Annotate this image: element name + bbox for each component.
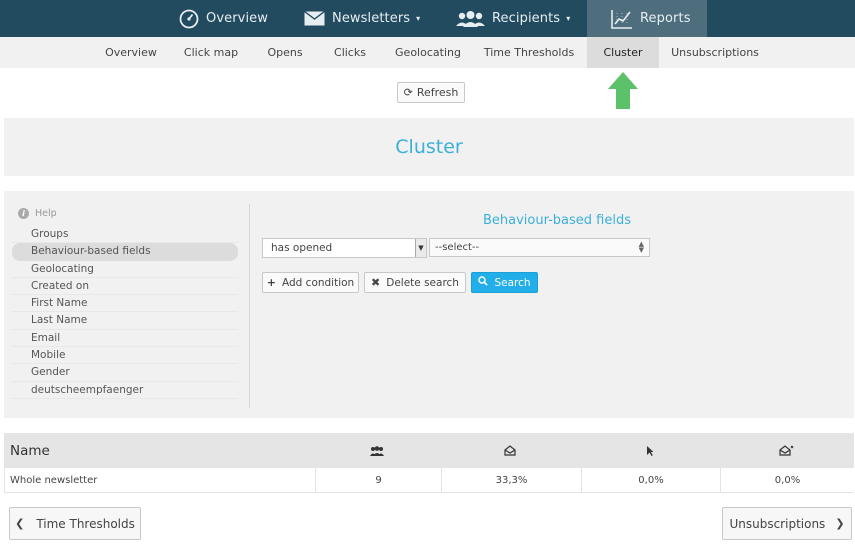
subnav-geolocating[interactable]: Geolocating [389,37,467,68]
refresh-button[interactable]: ⟳ Refresh [397,82,465,103]
cell-name: Whole newsletter [10,474,98,486]
title-panel: Cluster [4,118,854,176]
nav-reports[interactable]: Reports [587,0,707,37]
nav-reports-label: Reports [640,11,691,26]
delete-search-button[interactable]: ✖ Delete search [364,272,466,293]
top-navigation: Overview Newsletters ▾ Recipients ▾ Repo… [0,0,855,37]
search-label: Search [494,276,531,289]
value-select[interactable]: --select-- ▲ ▼ [429,238,650,257]
cell-opens: 33,3% [441,468,581,492]
sort-arrows-icon: ▲ ▼ [638,240,644,254]
chevron-down-icon: ▾ [416,14,421,23]
cell-recipients: 9 [315,468,441,492]
subnav-click-map[interactable]: Click map [178,37,244,68]
divider [249,204,250,408]
search-icon [478,276,489,289]
cell-unsubscriptions: 0,0% [720,468,854,492]
cursor-icon [580,433,719,468]
table-row: Whole newsletter 9 33,3% 0,0% 0,0% [4,468,854,493]
field-list: Groups Behaviour-based fields Geolocatin… [12,226,238,399]
chevron-down-icon: ▾ [566,14,571,23]
recipients-icon [314,433,440,468]
cell-clicks: 0,0% [581,468,720,492]
subnav-cluster[interactable]: Cluster [587,37,659,68]
help-label: Help [35,208,57,219]
unsubscribe-envelope-icon [719,433,854,468]
subnav-time-thresholds[interactable]: Time Thresholds [480,37,578,68]
field-item-first-name[interactable]: First Name [12,295,238,313]
field-item-email[interactable]: Email [12,330,238,348]
field-item-last-name[interactable]: Last Name [12,312,238,330]
subnav-opens[interactable]: Opens [260,37,310,68]
field-item-mobile[interactable]: Mobile [12,347,238,365]
add-condition-label: Add condition [282,276,355,289]
users-icon [456,10,485,27]
next-page-button[interactable]: Unsubscriptions ❯ [722,507,852,540]
chevron-left-icon: ❮ [15,517,25,530]
search-button[interactable]: Search [471,272,538,293]
value-select-value: --select-- [435,242,480,253]
delete-search-label: Delete search [386,276,459,289]
nav-newsletters-label: Newsletters [332,11,411,26]
envelope-icon [304,11,325,26]
table-header: Name [4,433,854,468]
subnav-clicks[interactable]: Clicks [326,37,374,68]
report-subnav: Overview Click map Opens Clicks Geolocat… [0,37,855,68]
subnav-unsubscriptions[interactable]: Unsubscriptions [668,37,762,68]
condition-select-value: has opened [271,242,333,254]
field-item-created-on[interactable]: Created on [12,278,238,296]
nav-overview[interactable]: Overview [179,0,268,37]
add-condition-button[interactable]: + Add condition [262,272,359,293]
refresh-icon: ⟳ [403,86,413,99]
condition-select[interactable]: has opened ▼ [262,238,427,258]
info-icon: i [18,208,29,219]
refresh-label: Refresh [416,86,459,99]
field-item-behaviour-based-fields[interactable]: Behaviour-based fields [12,243,238,261]
plus-icon: + [266,276,276,289]
arrow-up-indicator [607,68,639,110]
nav-newsletters[interactable]: Newsletters ▾ [304,0,420,37]
dashboard-icon [179,9,199,29]
chevron-right-icon: ❯ [835,517,845,530]
field-item-gender[interactable]: Gender [12,364,238,382]
nav-recipients[interactable]: Recipients ▾ [456,0,570,37]
nav-overview-label: Overview [206,11,269,26]
help-link[interactable]: i Help [18,208,57,219]
subnav-overview[interactable]: Overview [100,37,162,68]
field-item-geolocating[interactable]: Geolocating [12,261,238,278]
opened-envelope-icon [440,433,580,468]
chart-icon [611,9,633,29]
prev-page-label: Time Thresholds [36,516,135,531]
next-page-label: Unsubscriptions [729,516,826,531]
column-header-name[interactable]: Name [10,433,50,468]
page-title: Cluster [395,136,463,158]
close-icon: ✖ [371,276,381,289]
nav-recipients-label: Recipients [492,11,561,26]
cluster-filter-panel: i Help Groups Behaviour-based fields Geo… [4,191,854,418]
field-item-groups[interactable]: Groups [12,226,238,244]
chevron-down-icon: ▼ [415,239,426,257]
prev-page-button[interactable]: ❮ Time Thresholds [9,507,141,540]
section-heading: Behaviour-based fields [482,213,632,228]
field-item-deutscheempfaenger[interactable]: deutscheempfaenger [12,382,238,399]
